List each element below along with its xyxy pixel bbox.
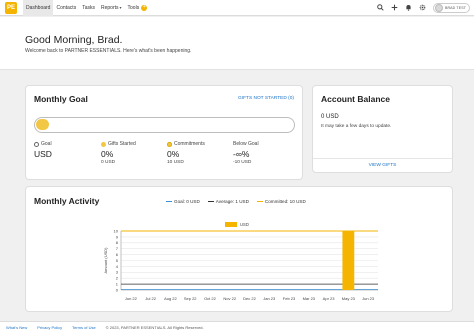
y-tick-label: 2 — [116, 276, 119, 281]
stat-below-goal-value: -∞% — [233, 149, 250, 159]
x-tick-label: Apr 23 — [323, 296, 336, 301]
monthly-activity-chart: 012345678910 Amount (USD) Jun 22 Jul 22 Aug … — [103, 222, 378, 301]
search-icon[interactable] — [377, 3, 384, 13]
y-tick-label: 10 — [114, 228, 119, 233]
x-tick-label: Oct 22 — [204, 296, 217, 301]
y-tick-label: 6 — [116, 252, 119, 257]
monthly-activity-card: Monthly Activity Goal: 0 USD Average: 1 … — [25, 186, 453, 312]
avatar — [434, 4, 443, 12]
nav-dashboard[interactable]: Dashboard — [23, 0, 54, 16]
x-tick-label: Mar 23 — [303, 296, 316, 301]
user-menu[interactable]: BRAD TEST — [432, 3, 470, 13]
monthly-goal-title: Monthly Goal — [34, 94, 88, 104]
stat-commitments: Commitments 0% 10 USD — [167, 141, 205, 165]
nav-reports[interactable]: Reports ▾ — [98, 0, 125, 16]
app-logo[interactable]: PE — [5, 1, 17, 14]
x-tick-label: Sep 22 — [184, 296, 197, 301]
account-balance-note: It may take a few days to update. — [321, 124, 392, 129]
bar — [342, 231, 355, 290]
y-axis-label: Amount (USD) — [103, 247, 108, 274]
chart-legend-swatch — [225, 222, 237, 227]
stat-commitments-label: Commitments — [174, 141, 205, 147]
plus-badge-icon: + — [141, 4, 148, 11]
account-balance-card: Account Balance 0 USD It may take a few … — [312, 85, 453, 173]
stat-below-goal-sub: -10 USD — [233, 160, 252, 165]
footer: What's New Privacy Policy Terms of Use ©… — [0, 321, 474, 332]
y-tick-label: 4 — [116, 264, 119, 269]
footer-link-whats-new[interactable]: What's New — [6, 325, 27, 330]
monthly-goal-card: Monthly Goal GIFTS NOT STARTED (0) Goal … — [25, 85, 303, 180]
x-tick-label: May 23 — [342, 296, 356, 301]
nav-tools[interactable]: Tools + — [125, 0, 151, 16]
greeting-section: Good Morning, Brad. Welcome back to PART… — [0, 17, 474, 70]
nav-dashboard-label: Dashboard — [26, 4, 51, 11]
stat-gifts-started-label: Gifts Started — [108, 141, 136, 147]
footer-link-terms[interactable]: Terms of Use — [72, 325, 96, 330]
x-tick-label: Nov 22 — [223, 296, 236, 301]
top-nav-bar: PE Dashboard Contacts Tasks Reports ▾ Too… — [0, 0, 474, 16]
commitments-dot-icon — [167, 141, 172, 147]
goal-progress-fill — [36, 119, 49, 130]
add-icon[interactable] — [391, 4, 398, 13]
divider — [313, 158, 452, 159]
stat-commitments-value: 0% — [167, 149, 180, 159]
page-title: Good Morning, Brad. — [25, 34, 123, 46]
x-tick-label: Jan 23 — [263, 296, 276, 301]
y-tick-label: 3 — [116, 270, 119, 275]
x-tick-label: Jun 23 — [362, 296, 375, 301]
stat-goal-value: USD — [34, 149, 52, 159]
goal-progress-bar — [34, 117, 295, 133]
gifts-not-started-link[interactable]: GIFTS NOT STARTED (0) — [238, 96, 294, 101]
x-tick-label: Jul 22 — [145, 296, 156, 301]
y-tick-label: 9 — [116, 234, 119, 239]
stat-below-goal: Below Goal -∞% -10 USD — [233, 141, 259, 165]
x-tick-label: Dec 22 — [243, 296, 256, 301]
stat-gifts-started: Gifts Started 0% 0 USD — [101, 141, 136, 165]
stat-goal: Goal USD — [34, 141, 52, 159]
stat-goal-label: Goal — [41, 141, 52, 147]
nav-tools-label: Tools — [127, 4, 140, 11]
y-tick-label: 8 — [116, 240, 119, 245]
goal-circle-icon — [34, 141, 39, 147]
chevron-down-icon: ▾ — [119, 5, 122, 10]
y-tick-label: 7 — [116, 246, 119, 251]
nav-tasks-label: Tasks — [82, 4, 95, 11]
page-subtitle: Welcome back to PARTNER ESSENTIALS. Here… — [25, 48, 192, 54]
account-balance-title: Account Balance — [321, 94, 390, 104]
x-tick-label: Aug 22 — [164, 296, 177, 301]
nav-contacts-label: Contacts — [56, 4, 77, 11]
view-gifts-link[interactable]: VIEW GIFTS — [313, 163, 452, 168]
x-tick-label: Feb 23 — [283, 296, 296, 301]
gear-icon[interactable] — [419, 4, 426, 13]
stat-below-goal-label: Below Goal — [233, 141, 259, 147]
stat-gifts-started-sub: 0 USD — [101, 160, 116, 165]
nav-reports-label: Reports — [100, 4, 119, 11]
nav-tasks[interactable]: Tasks — [79, 0, 98, 16]
account-balance-value: 0 USD — [321, 114, 339, 120]
y-tick-label: 0 — [116, 287, 119, 292]
x-tick-label: Jun 22 — [125, 296, 138, 301]
bell-icon[interactable] — [405, 4, 412, 13]
y-tick-label: 1 — [116, 282, 119, 287]
y-tick-label: 5 — [116, 258, 119, 263]
gifts-started-dot-icon — [101, 141, 106, 147]
stat-commitments-sub: 10 USD — [167, 160, 184, 165]
chart-legend-label: USD — [240, 222, 249, 227]
top-right-actions: BRAD TEST — [377, 0, 470, 16]
footer-link-privacy[interactable]: Privacy Policy — [37, 325, 62, 330]
main-nav: Dashboard Contacts Tasks Reports ▾ Tools + — [23, 0, 150, 16]
nav-contacts[interactable]: Contacts — [53, 0, 79, 16]
stat-gifts-started-value: 0% — [101, 149, 114, 159]
user-name: BRAD TEST — [444, 6, 466, 10]
footer-copyright: © 2023, PARTNER ESSENTIALS. All Rights R… — [105, 324, 204, 330]
